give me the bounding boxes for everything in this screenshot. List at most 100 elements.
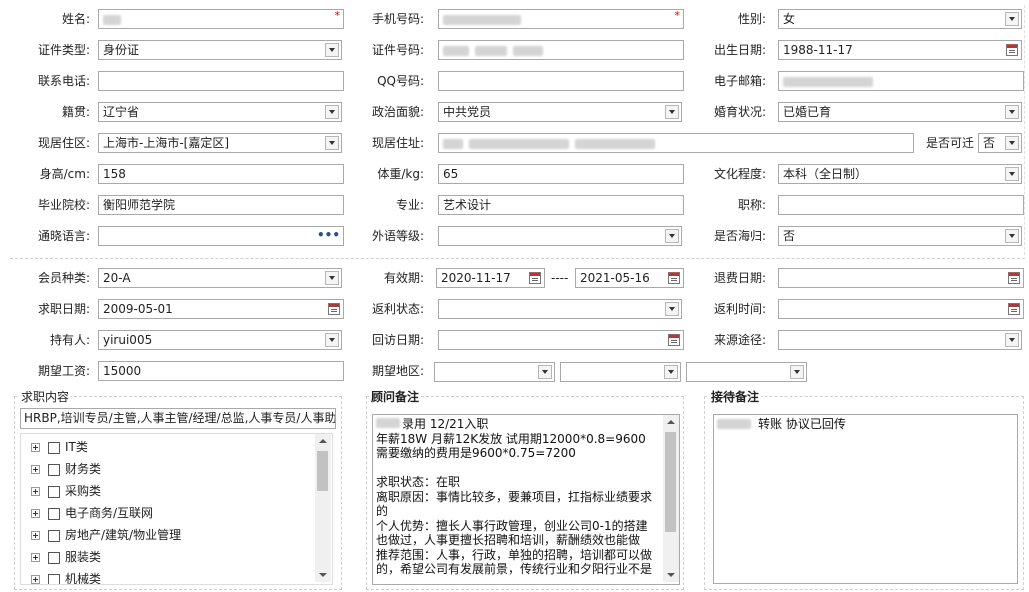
residence-select[interactable]: 上海市-上海市-[嘉定区] xyxy=(98,133,342,153)
scroll-down-icon[interactable] xyxy=(667,573,675,577)
source-select[interactable] xyxy=(778,330,1022,350)
consultant-note-text: 录用 12/21入职 年薪18W 月薪12K发放 试用期12000*0.8=96… xyxy=(376,417,653,576)
native-select[interactable]: 辽宁省 xyxy=(98,102,342,122)
marital-select[interactable]: 已婚已育 xyxy=(778,102,1022,122)
tree-item-label: 房地产/建筑/物业管理 xyxy=(65,528,182,542)
height-label: 身高/cm: xyxy=(39,167,90,181)
checkbox[interactable] xyxy=(48,441,60,454)
calendar-icon[interactable] xyxy=(1008,272,1020,284)
calendar-icon[interactable] xyxy=(1006,44,1018,56)
area-city-select[interactable] xyxy=(560,362,681,382)
tree-item[interactable]: 采购类 xyxy=(31,481,101,501)
salary-field[interactable]: 15000 xyxy=(98,361,344,381)
overseas-value: 否 xyxy=(783,229,796,243)
valid-label: 有效期: xyxy=(383,271,424,285)
plus-icon[interactable] xyxy=(31,575,40,584)
phone-field[interactable] xyxy=(98,71,344,91)
relocate-select[interactable]: 否 xyxy=(978,133,1022,153)
holder-select[interactable]: yirui005 xyxy=(98,330,342,350)
title-label: 职称: xyxy=(737,198,766,212)
qq-field[interactable] xyxy=(438,71,684,91)
mobile-field[interactable]: * xyxy=(438,9,684,29)
area-province-select[interactable] xyxy=(434,362,555,382)
calendar-icon[interactable] xyxy=(1008,303,1020,315)
chevron-down-icon[interactable] xyxy=(1005,12,1019,26)
foreign-select[interactable] xyxy=(438,226,682,246)
consultant-note-box[interactable]: 录用 12/21入职 年薪18W 月薪12K发放 试用期12000*0.8=96… xyxy=(372,414,680,585)
scroll-down-icon[interactable] xyxy=(319,573,327,577)
email-field[interactable] xyxy=(778,71,1024,91)
visit-label: 回访日期: xyxy=(371,333,424,347)
chevron-down-icon[interactable] xyxy=(1005,136,1019,150)
tree-item[interactable]: 财务类 xyxy=(31,459,101,479)
idtype-value: 身份证 xyxy=(103,43,140,57)
height-field[interactable]: 158 xyxy=(98,164,344,184)
checkbox[interactable] xyxy=(48,463,60,476)
chevron-down-icon[interactable] xyxy=(538,365,552,379)
scroll-thumb[interactable] xyxy=(317,451,328,491)
tree-item[interactable]: 电子商务/互联网 xyxy=(31,503,153,523)
name-label: 姓名: xyxy=(61,12,90,26)
member-type-value: 20-A xyxy=(103,271,131,285)
name-field[interactable]: * xyxy=(98,9,344,29)
tree-item[interactable]: 机械类 xyxy=(31,569,101,584)
scroll-thumb[interactable] xyxy=(665,432,676,532)
political-select[interactable]: 中共党员 xyxy=(438,102,682,122)
idno-field[interactable] xyxy=(438,40,684,60)
plus-icon[interactable] xyxy=(31,487,40,496)
tree-item[interactable]: IT类 xyxy=(31,437,88,457)
valid-from-field[interactable]: 2020-11-17 xyxy=(436,268,545,288)
area-district-select[interactable] xyxy=(686,362,807,382)
checkbox[interactable] xyxy=(48,551,60,564)
plus-icon[interactable] xyxy=(31,443,40,452)
school-value: 衡阳师范学院 xyxy=(103,198,176,212)
scroll-up-icon[interactable] xyxy=(319,439,327,443)
valid-to-field[interactable]: 2021-05-16 xyxy=(575,268,684,288)
education-label: 文化程度: xyxy=(713,167,766,181)
chevron-down-icon[interactable] xyxy=(1005,167,1019,181)
note-scrollbar[interactable] xyxy=(663,415,679,582)
weight-field[interactable]: 65 xyxy=(438,164,684,184)
valid-separator: ---- xyxy=(551,271,569,285)
member-type-label: 会员种类: xyxy=(37,271,90,285)
idtype-label: 证件类型: xyxy=(37,43,90,57)
plus-icon[interactable] xyxy=(31,531,40,540)
jobdate-field[interactable]: 2009-05-01 xyxy=(98,299,344,319)
birth-field[interactable]: 1988-11-17 xyxy=(778,40,1022,60)
major-field[interactable]: 艺术设计 xyxy=(438,195,684,215)
plus-icon[interactable] xyxy=(31,509,40,518)
checkbox[interactable] xyxy=(48,485,60,498)
chevron-down-icon[interactable] xyxy=(1005,105,1019,119)
plus-icon[interactable] xyxy=(31,553,40,562)
tree-scrollbar[interactable] xyxy=(315,434,331,582)
tree-item[interactable]: 房地产/建筑/物业管理 xyxy=(31,525,181,545)
plus-icon[interactable] xyxy=(31,465,40,474)
calendar-icon[interactable] xyxy=(529,272,541,284)
member-type-select[interactable]: 20-A xyxy=(98,268,342,288)
tree-item[interactable]: 服装类 xyxy=(31,547,101,567)
birth-label: 出生日期: xyxy=(713,43,766,57)
gender-select[interactable]: 女 xyxy=(778,9,1022,29)
idtype-select[interactable]: 身份证 xyxy=(98,40,342,60)
checkbox[interactable] xyxy=(48,529,60,542)
visit-field[interactable] xyxy=(438,330,684,350)
scroll-up-icon[interactable] xyxy=(667,420,675,424)
chevron-down-icon[interactable] xyxy=(790,365,804,379)
education-select[interactable]: 本科（全日制） xyxy=(778,164,1022,184)
rebate-status-select[interactable] xyxy=(438,299,682,319)
job-summary-field[interactable]: HRBP,培训专员/主管,人事主管/经理/总监,人事专员/人事助 xyxy=(20,408,336,429)
reception-note-box[interactable]: 转账 协议已回传 xyxy=(713,414,1018,584)
school-field[interactable]: 衡阳师范学院 xyxy=(98,195,344,215)
overseas-select[interactable]: 否 xyxy=(778,226,1022,246)
chevron-down-icon[interactable] xyxy=(664,365,678,379)
address-field[interactable] xyxy=(438,133,914,153)
checkbox[interactable] xyxy=(48,507,60,520)
language-field[interactable]: ••• xyxy=(98,226,344,246)
chevron-down-icon[interactable] xyxy=(1005,229,1019,243)
refund-field[interactable] xyxy=(778,268,1024,288)
marital-label: 婚育状况: xyxy=(713,105,766,119)
checkbox[interactable] xyxy=(48,573,60,584)
title-field[interactable] xyxy=(778,195,1024,215)
rebate-time-field[interactable] xyxy=(778,299,1024,319)
chevron-down-icon[interactable] xyxy=(1005,333,1019,347)
